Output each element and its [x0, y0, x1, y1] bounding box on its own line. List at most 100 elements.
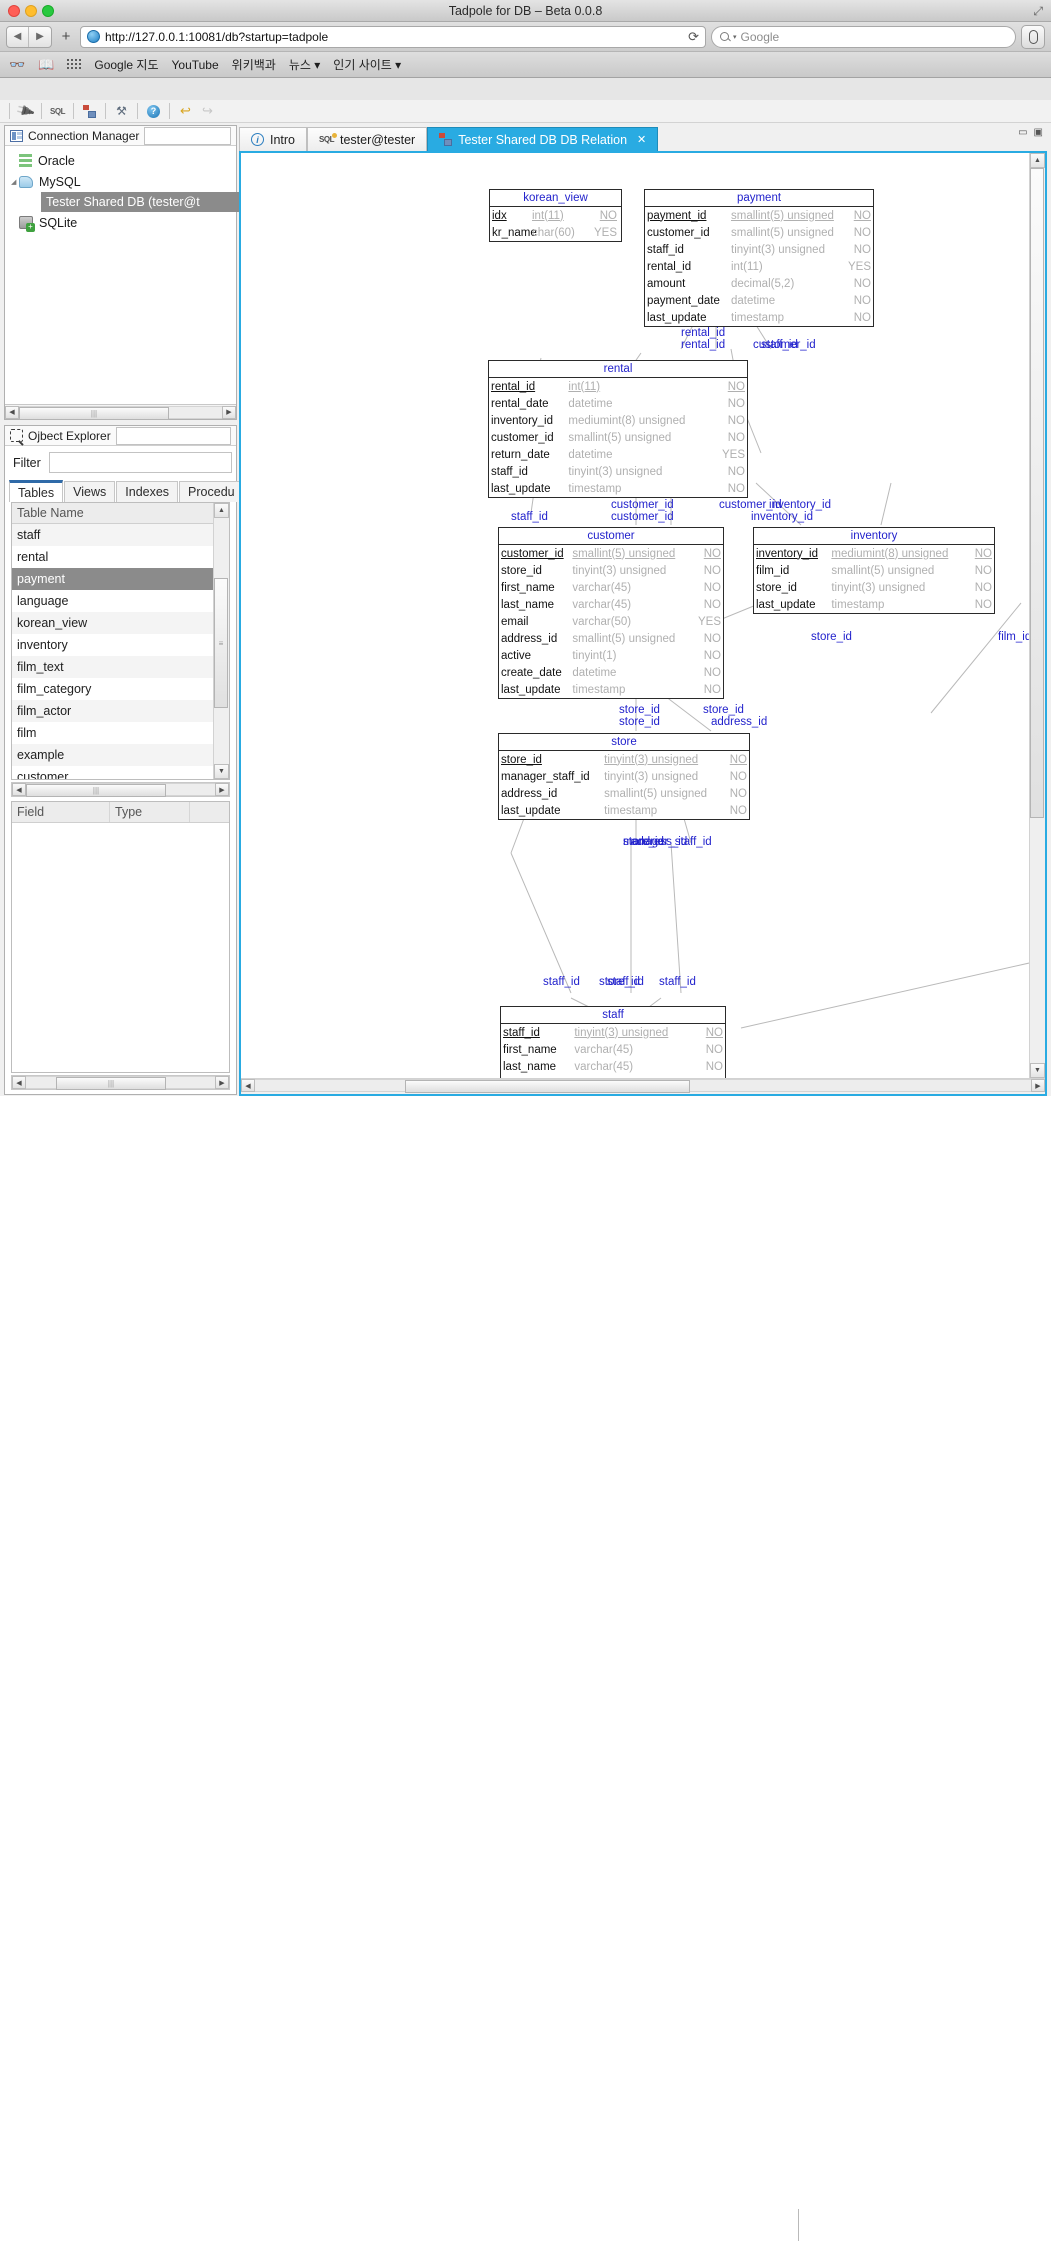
- vscroll-thumb[interactable]: ≡: [214, 578, 228, 708]
- minimize-icon[interactable]: ▭: [1018, 127, 1027, 138]
- tree-node-oracle[interactable]: Oracle: [5, 150, 236, 171]
- list-item[interactable]: korean_view: [12, 612, 213, 634]
- vscroll-track[interactable]: ≡: [214, 518, 229, 764]
- scroll-right-icon[interactable]: ▶: [1031, 1079, 1045, 1092]
- list-item[interactable]: film_category: [12, 678, 213, 700]
- reader-button[interactable]: [1021, 24, 1045, 49]
- editor-window-buttons[interactable]: ▭ ▣: [1018, 127, 1043, 138]
- bookmark-news[interactable]: 뉴스 ▾: [289, 56, 320, 73]
- vscroll-track[interactable]: [1030, 168, 1045, 1063]
- hscroll-track[interactable]: |||: [26, 1076, 215, 1090]
- bookmark-wikipedia[interactable]: 위키백과: [232, 56, 276, 73]
- hscroll-thumb[interactable]: |||: [19, 406, 169, 420]
- scroll-up-icon[interactable]: ▲: [214, 503, 229, 518]
- window-controls[interactable]: [8, 5, 54, 17]
- scroll-down-icon[interactable]: ▼: [214, 764, 229, 779]
- chevron-down-icon[interactable]: ▾: [733, 33, 737, 41]
- table-list-vscrollbar[interactable]: ▲ ≡ ▼: [213, 503, 229, 779]
- tree-node-mysql[interactable]: ◢ MySQL: [5, 171, 236, 192]
- list-item[interactable]: payment: [12, 568, 213, 590]
- undo-icon[interactable]: ↩: [176, 102, 195, 121]
- scroll-left-icon[interactable]: ◀: [12, 1076, 26, 1089]
- scroll-right-icon[interactable]: ▶: [215, 783, 229, 796]
- scroll-up-icon[interactable]: ▲: [1030, 153, 1045, 168]
- hscroll-thumb[interactable]: [405, 1080, 690, 1093]
- list-item[interactable]: example: [12, 744, 213, 766]
- list-item[interactable]: customer: [12, 766, 213, 779]
- list-item[interactable]: staff: [12, 524, 213, 546]
- sql-icon[interactable]: SQL: [48, 102, 67, 121]
- forward-icon[interactable]: ▶: [29, 27, 51, 47]
- search-bar[interactable]: ▾ Google: [711, 25, 1016, 48]
- help-icon[interactable]: ?: [144, 102, 163, 121]
- object-explorer-tabs[interactable]: Tables Views Indexes Procedu: [5, 479, 244, 502]
- table-list-hscrollbar[interactable]: ◀ ||| ▶: [11, 782, 230, 797]
- tab-tester-sql[interactable]: SQL tester@tester: [307, 127, 428, 151]
- editor-hscrollbar[interactable]: ◀ ▶: [241, 1078, 1045, 1094]
- er-table[interactable]: staff staff_id tinyint(3) unsigned NO first_…: [500, 1006, 726, 1078]
- scroll-down-icon[interactable]: ▼: [1030, 1063, 1045, 1078]
- zoom-window-button[interactable]: [42, 5, 54, 17]
- vscroll-thumb[interactable]: [1030, 168, 1044, 818]
- tab-intro[interactable]: i Intro: [239, 127, 308, 151]
- scroll-left-icon[interactable]: ◀: [5, 405, 19, 419]
- maximize-icon[interactable]: ▣: [1034, 127, 1043, 138]
- close-icon[interactable]: ✕: [637, 133, 646, 146]
- er-table[interactable]: payment payment_id smallint(5) unsigned NO c…: [644, 189, 874, 327]
- list-item[interactable]: language: [12, 590, 213, 612]
- chevron-down-icon[interactable]: ◢: [11, 178, 16, 186]
- bookmark-popular-sites[interactable]: 인기 사이트 ▾: [333, 56, 401, 73]
- list-item[interactable]: inventory: [12, 634, 213, 656]
- field-table-hscrollbar[interactable]: ◀ ||| ▶: [11, 1075, 230, 1090]
- nav-back-forward[interactable]: ◀ ▶: [6, 25, 52, 48]
- tools-icon[interactable]: ⚒: [112, 102, 131, 121]
- hscroll-thumb[interactable]: |||: [56, 1077, 166, 1090]
- scroll-left-icon[interactable]: ◀: [241, 1079, 255, 1092]
- bookmark-google-maps[interactable]: Google 지도: [94, 56, 158, 73]
- tab-indexes[interactable]: Indexes: [116, 481, 179, 502]
- new-tab-button[interactable]: +: [57, 28, 75, 45]
- connection-tree[interactable]: Oracle ◢ MySQL Tester Shared DB (tester@…: [5, 146, 246, 404]
- connection-tree-hscrollbar[interactable]: ◀ ||| ▶: [5, 404, 236, 420]
- book-icon[interactable]: 📖: [38, 57, 54, 73]
- hscroll-track[interactable]: |||: [19, 405, 222, 420]
- list-item[interactable]: film: [12, 722, 213, 744]
- list-item[interactable]: film_text: [12, 656, 213, 678]
- tab-db-relation[interactable]: Tester Shared DB DB Relation ✕: [427, 127, 659, 151]
- bookmark-youtube[interactable]: YouTube: [172, 58, 219, 72]
- search-input[interactable]: Google: [741, 30, 780, 44]
- hscroll-track[interactable]: |||: [26, 783, 215, 797]
- table-list[interactable]: Table Name staff rental payment language kor…: [11, 502, 230, 780]
- tree-node-sqlite[interactable]: SQLite: [5, 212, 236, 233]
- scroll-left-icon[interactable]: ◀: [12, 783, 26, 796]
- er-table[interactable]: rental rental_id int(11) NO rental_date datet…: [488, 360, 748, 498]
- hscroll-track[interactable]: [255, 1079, 1031, 1093]
- er-table[interactable]: customer customer_id smallint(5) unsigned N…: [498, 527, 724, 699]
- back-icon[interactable]: ◀: [7, 26, 29, 47]
- tree-node-tester-shared-db[interactable]: Tester Shared DB (tester@t: [41, 192, 246, 212]
- tab-procedures[interactable]: Procedu: [179, 481, 244, 502]
- er-diagram-editor[interactable]: korean_view idx int(11) NO kr_name char(60) YE…: [239, 151, 1047, 1096]
- er-table[interactable]: korean_view idx int(11) NO kr_name char(60) YE…: [489, 189, 622, 242]
- minimize-window-button[interactable]: [25, 5, 37, 17]
- hscroll-thumb[interactable]: |||: [26, 784, 166, 797]
- reading-glasses-icon[interactable]: 👓: [9, 57, 25, 73]
- scroll-right-icon[interactable]: ▶: [215, 1076, 229, 1089]
- editor-vscrollbar[interactable]: ▲ ▼: [1029, 153, 1045, 1078]
- tab-views[interactable]: Views: [64, 481, 116, 502]
- close-window-button[interactable]: [8, 5, 20, 17]
- er-diagram-canvas[interactable]: korean_view idx int(11) NO kr_name char(60) YE…: [241, 153, 1029, 1078]
- scroll-right-icon[interactable]: ▶: [222, 405, 236, 419]
- relation-icon[interactable]: [80, 102, 99, 121]
- list-item[interactable]: rental: [12, 546, 213, 568]
- tab-tables[interactable]: Tables: [9, 480, 64, 502]
- plug-icon[interactable]: 🔌: [14, 100, 36, 121]
- list-item[interactable]: film_actor: [12, 700, 213, 722]
- fullscreen-icon[interactable]: ⤢: [1033, 4, 1043, 19]
- filter-input[interactable]: [48, 452, 232, 473]
- top-sites-icon[interactable]: [67, 59, 82, 70]
- url-bar[interactable]: http://127.0.0.1:10081/db?startup=tadpol…: [80, 25, 706, 48]
- url-text[interactable]: http://127.0.0.1:10081/db?startup=tadpol…: [105, 30, 683, 44]
- er-table[interactable]: store store_id tinyint(3) unsigned NO manage…: [498, 733, 750, 820]
- reload-icon[interactable]: ⟳: [688, 29, 699, 45]
